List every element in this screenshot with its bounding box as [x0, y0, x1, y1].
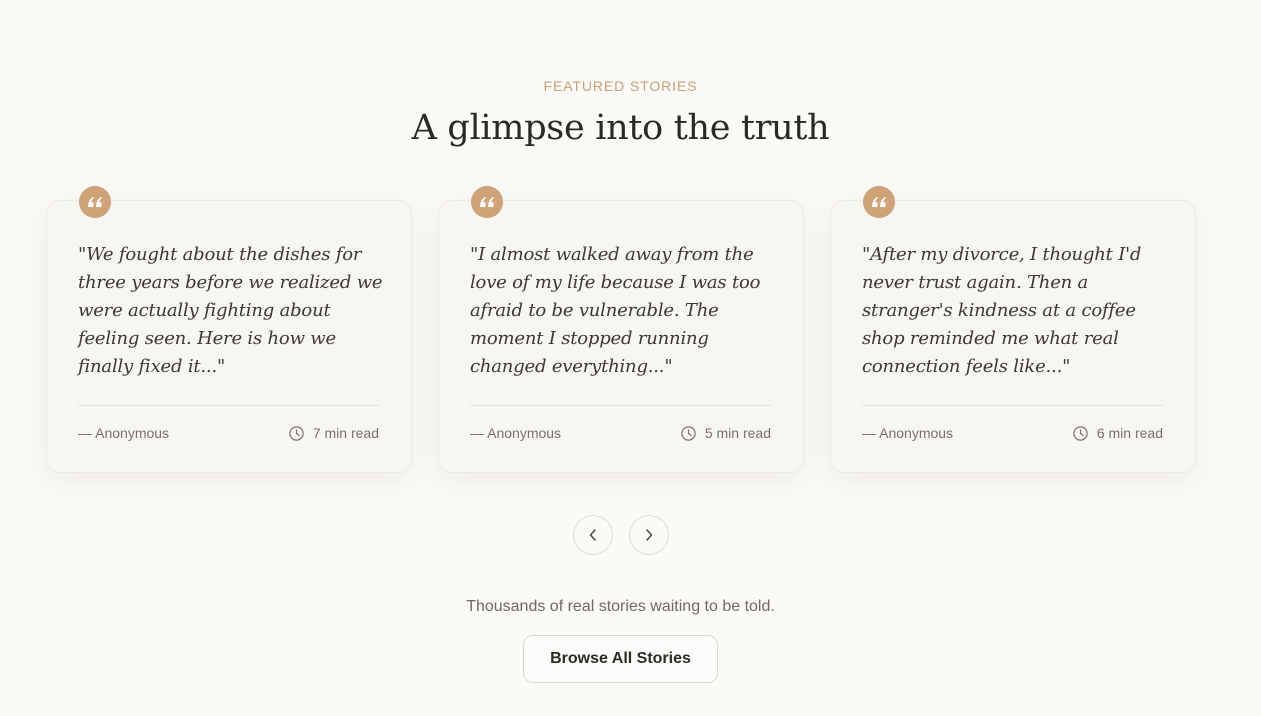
quote-icon	[863, 186, 895, 218]
chevron-left-icon	[589, 529, 596, 541]
quote-icon	[79, 186, 111, 218]
read-time: 6 min read	[1073, 425, 1163, 441]
card-divider	[470, 405, 771, 406]
story-quote: "After my divorce, I thought I'd never t…	[862, 244, 1142, 377]
read-time-label: 6 min read	[1096, 425, 1163, 441]
story-author: — Anonymous	[470, 425, 562, 441]
read-time: 5 min read	[681, 425, 771, 441]
browse-all-stories-button[interactable]: Browse All Stories	[523, 635, 718, 683]
clock-icon	[681, 425, 696, 441]
story-card[interactable]: "After my divorce, I thought I'd never t…	[830, 186, 1196, 473]
read-time: 7 min read	[289, 425, 379, 441]
clock-icon	[289, 425, 304, 441]
story-quote: "We fought about the dishes for three ye…	[78, 244, 383, 377]
carousel-prev-button[interactable]	[573, 515, 613, 555]
cta-tagline: Thousands of real stories waiting to be …	[466, 598, 775, 615]
read-time-label: 7 min read	[312, 425, 379, 441]
card-divider	[862, 405, 1163, 406]
quote-icon	[471, 186, 503, 218]
story-card[interactable]: "We fought about the dishes for three ye…	[46, 186, 412, 473]
section-title: A glimpse into the truth	[411, 108, 830, 148]
story-quote: "I almost walked away from the love of m…	[470, 244, 761, 377]
card-divider	[78, 405, 379, 406]
story-author: — Anonymous	[78, 425, 170, 441]
story-card[interactable]: "I almost walked away from the love of m…	[438, 186, 804, 473]
clock-icon	[1073, 425, 1088, 441]
section-eyebrow: FEATURED STORIES	[543, 78, 698, 94]
read-time-label: 5 min read	[704, 425, 771, 441]
story-author: — Anonymous	[862, 425, 954, 441]
chevron-right-icon	[646, 529, 653, 541]
carousel-next-button[interactable]	[629, 515, 669, 555]
